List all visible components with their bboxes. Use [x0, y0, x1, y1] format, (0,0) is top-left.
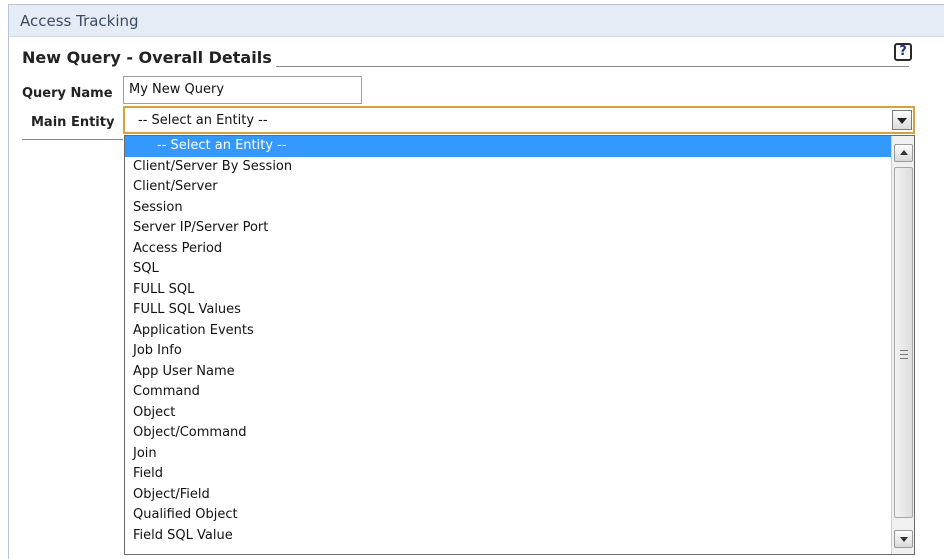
entity-option[interactable]: Object/Field [125, 485, 892, 506]
entity-option[interactable]: Server IP/Server Port [125, 218, 892, 239]
scroll-down-icon[interactable] [894, 530, 913, 548]
scroll-grip-icon [900, 350, 908, 359]
form-divider [22, 139, 123, 140]
entity-option[interactable]: Join [125, 444, 892, 465]
entity-options: -- Select an Entity -- Client/Server By S… [125, 136, 892, 546]
main-entity-label: Main Entity [31, 115, 115, 130]
section-title: New Query - Overall Details [22, 48, 276, 67]
entity-option[interactable]: Field SQL Value [125, 526, 892, 547]
panel-titlebar: Access Tracking [9, 5, 944, 37]
entity-option[interactable]: Command [125, 382, 892, 403]
dropdown-scrollbar[interactable] [891, 136, 914, 554]
entity-option[interactable]: -- Select an Entity -- [125, 136, 892, 157]
entity-option[interactable]: App User Name [125, 362, 892, 383]
scrollbar-thumb[interactable] [894, 167, 913, 518]
query-name-label: Query Name [22, 86, 113, 101]
entity-option[interactable]: Client/Server [125, 177, 892, 198]
help-icon[interactable]: ? [894, 43, 912, 61]
entity-option[interactable]: Session [125, 198, 892, 219]
entity-option[interactable]: Job Info [125, 341, 892, 362]
entity-option[interactable]: Application Events [125, 321, 892, 342]
scroll-up-icon[interactable] [894, 144, 913, 162]
entity-option[interactable]: Object [125, 403, 892, 424]
panel-title: Access Tracking [20, 12, 139, 30]
entity-option[interactable]: FULL SQL [125, 280, 892, 301]
main-entity-select[interactable]: -- Select an Entity -- [123, 106, 915, 134]
dropdown-arrow-icon[interactable] [892, 110, 912, 130]
entity-option[interactable]: Client/Server By Session [125, 157, 892, 178]
entity-option[interactable]: Qualified Object [125, 505, 892, 526]
entity-option[interactable]: SQL [125, 259, 892, 280]
query-name-input[interactable]: My New Query [123, 76, 362, 104]
main-entity-selected-value: -- Select an Entity -- [138, 113, 268, 128]
entity-option[interactable]: FULL SQL Values [125, 300, 892, 321]
entity-option[interactable]: Object/Command [125, 423, 892, 444]
entity-dropdown-list[interactable]: -- Select an Entity -- Client/Server By S… [124, 135, 915, 555]
entity-option[interactable]: Access Period [125, 239, 892, 260]
entity-option[interactable]: Field [125, 464, 892, 485]
